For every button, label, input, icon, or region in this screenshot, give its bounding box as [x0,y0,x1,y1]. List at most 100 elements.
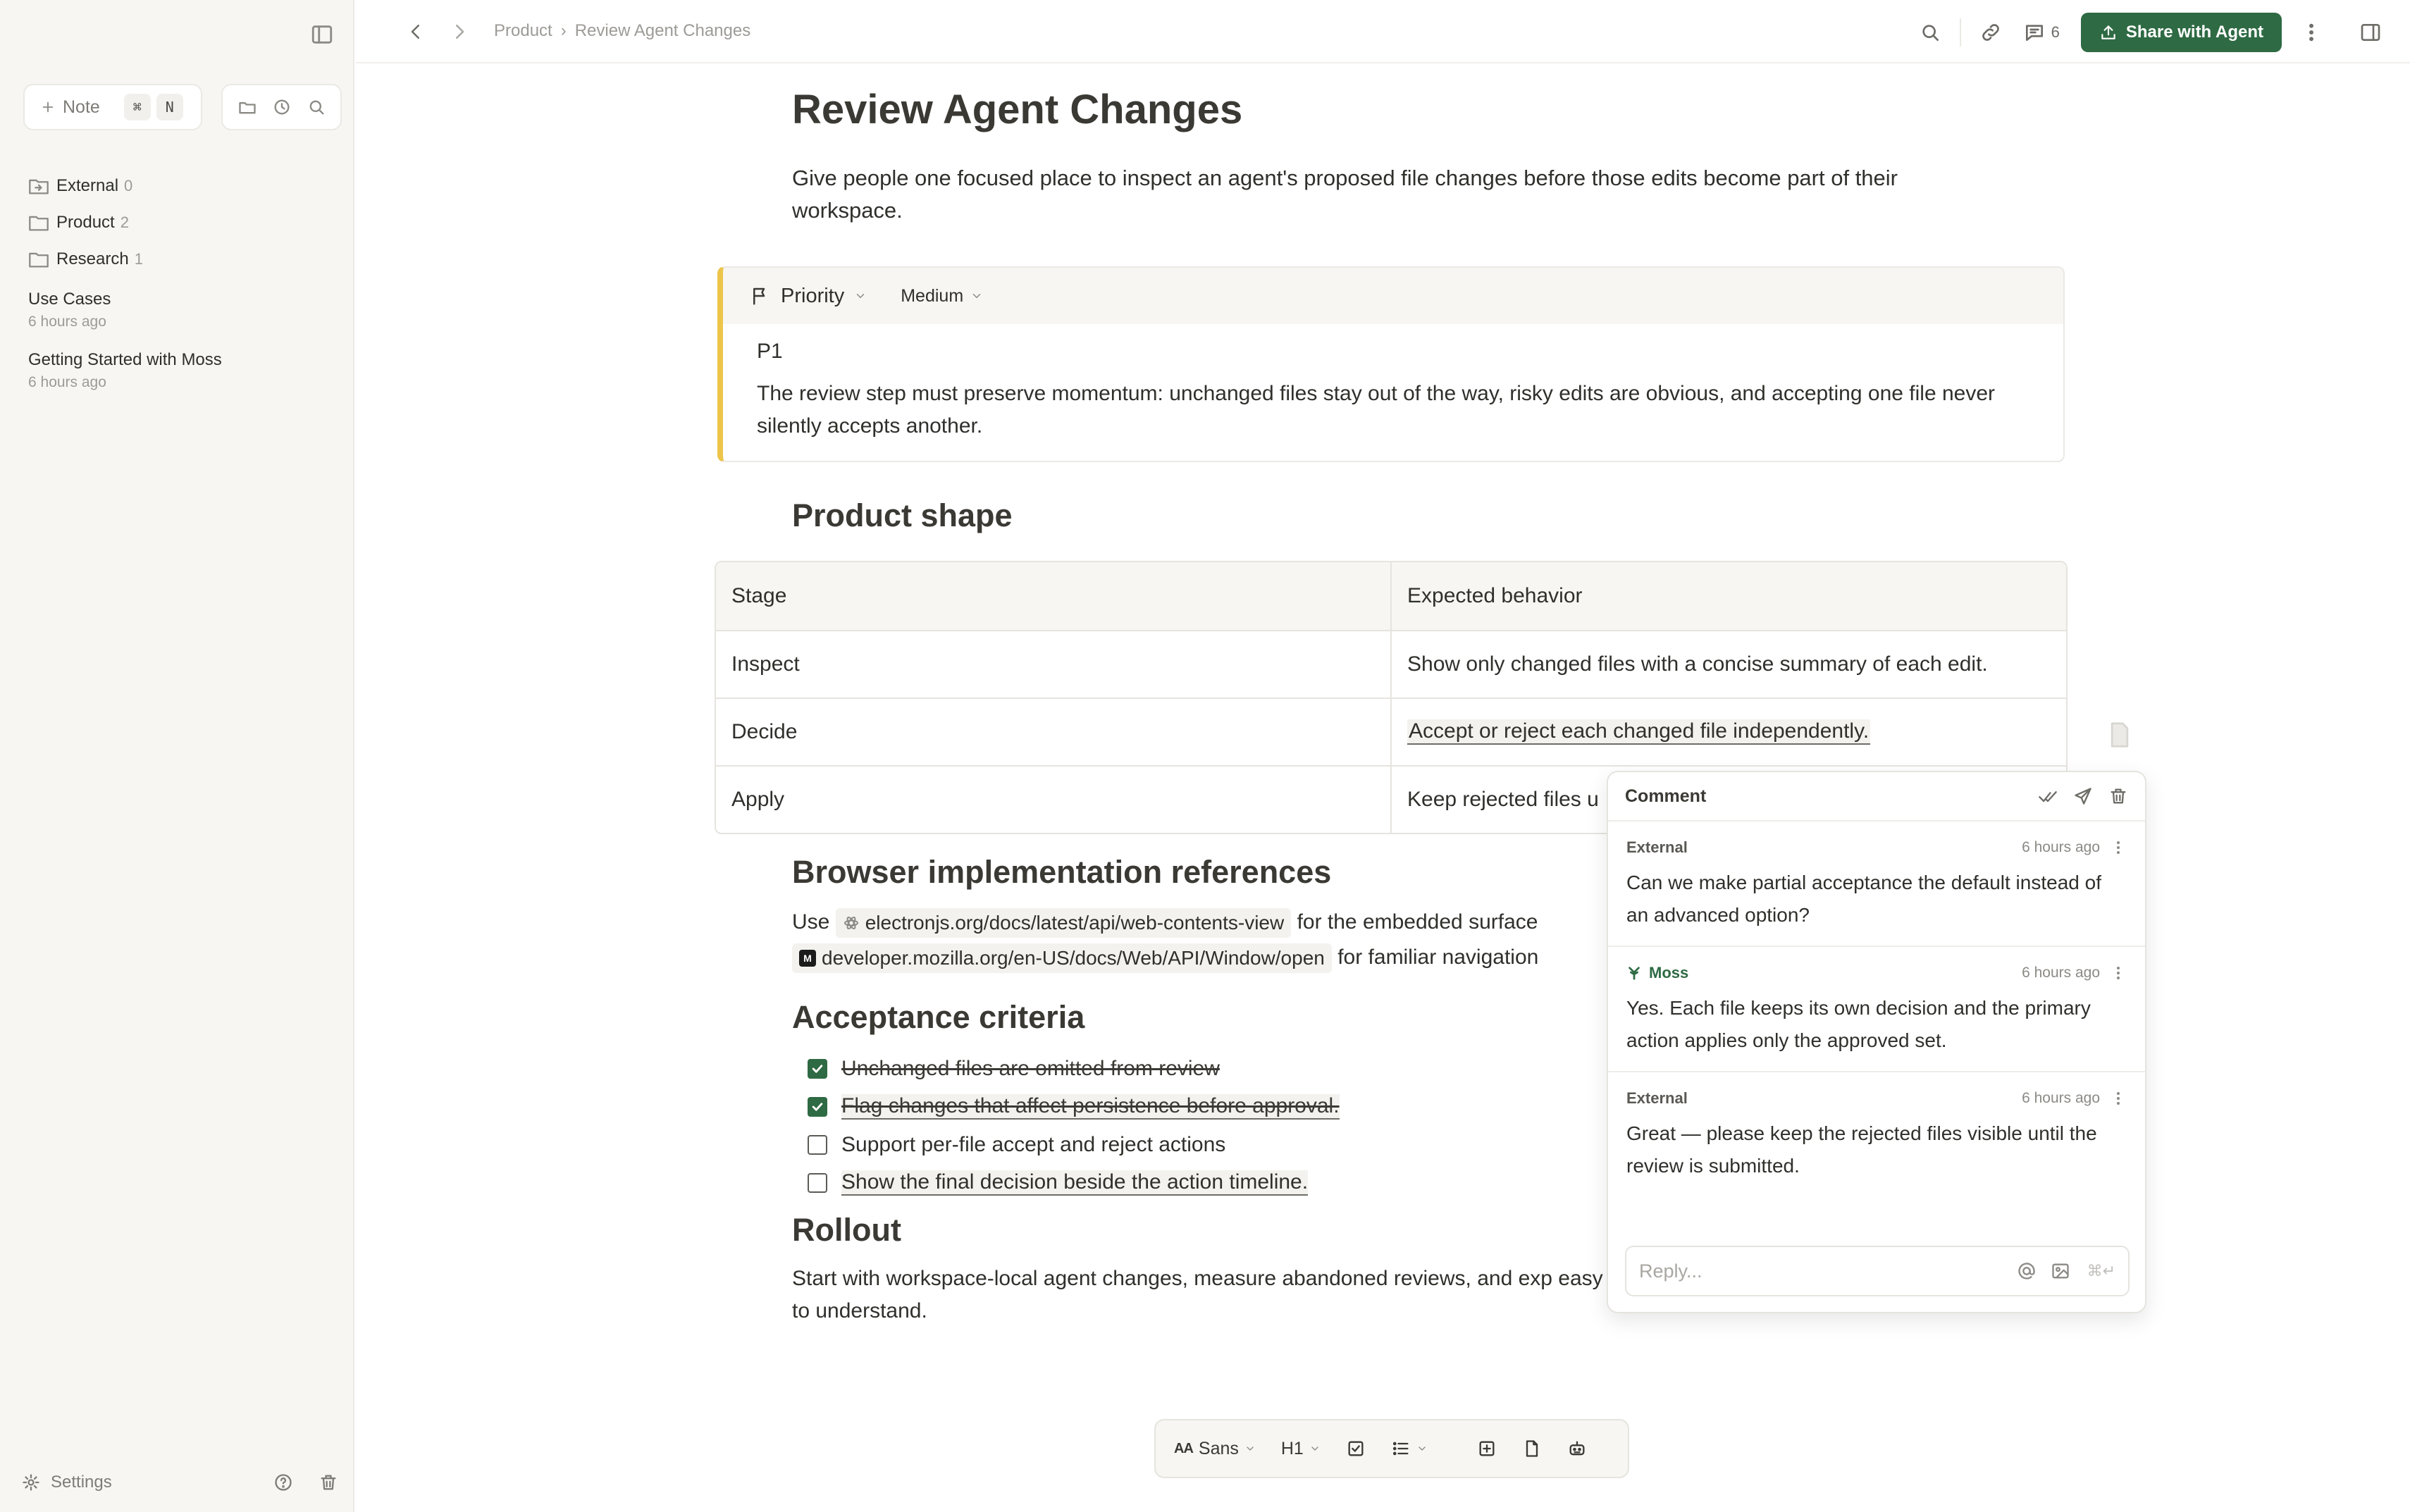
table-row: Decide Accept or reject each changed fil… [716,698,2066,765]
more-vertical-icon[interactable] [2110,1090,2127,1107]
moss-logo-icon [1629,967,1640,980]
gear-icon[interactable] [21,1473,41,1492]
insert-block-button[interactable] [1477,1439,1497,1458]
callout-body[interactable]: P1 The review step must preserve momentu… [723,324,2063,442]
heading-browser-references[interactable]: Browser implementation references [792,854,1331,891]
checkbox-unchecked[interactable] [808,1135,827,1155]
formatting-toolbar: AA Sans H1 [1154,1419,1629,1478]
table-cell[interactable]: Decide [716,699,1390,765]
page-title[interactable]: Review Agent Changes [792,86,1242,133]
plus-icon [42,101,54,113]
table-cell[interactable]: Show only changed files with a concise s… [1390,631,2066,698]
comments-button[interactable]: 6 [2023,21,2060,44]
help-icon[interactable] [273,1473,293,1492]
heading-acceptance-criteria[interactable]: Acceptance criteria [792,999,1084,1036]
link-chip-mdn[interactable]: M developer.mozilla.org/en-US/docs/Web/A… [792,943,1332,974]
table-cell[interactable]: Inspect [716,631,1390,698]
reply-input[interactable] [1639,1260,2003,1282]
table-cell[interactable]: Apply [716,767,1390,833]
comment-anchor-icon[interactable] [2108,721,2132,748]
link-icon[interactable] [1979,21,2002,44]
heading-rollout[interactable]: Rollout [792,1212,901,1248]
comment-item: External 6 hours ago Great — please keep… [1608,1072,2145,1196]
agent-button[interactable] [1567,1439,1587,1458]
comment-item: Moss 6 hours ago Yes. Each file keeps it… [1608,947,2145,1072]
check-icon [812,1103,823,1111]
list-dropdown[interactable] [1391,1439,1428,1458]
checklist-label[interactable]: Flag changes that affect persistence bef… [841,1094,1340,1120]
sidebar-folder-research[interactable]: Research 1 [28,241,338,278]
comment-author: External [1626,838,1688,856]
heading-product-shape[interactable]: Product shape [792,497,1013,534]
checklist-item: Unchanged files are omitted from review [808,1050,1340,1088]
font-icon: AA [1174,1440,1194,1456]
doc-title: Use Cases [28,290,111,309]
folder-icon[interactable] [237,97,257,117]
image-icon[interactable] [2051,1261,2070,1281]
font-dropdown[interactable]: AA Sans [1174,1439,1256,1459]
checkbox-checked[interactable] [808,1097,827,1117]
check-icon [812,1065,823,1073]
checklist-label[interactable]: Show the final decision beside the actio… [841,1170,1309,1196]
text-segment: for familiar navigation [1337,946,1539,969]
priority-value-dropdown[interactable]: Medium [901,286,983,306]
checklist-item: Flag changes that affect persistence bef… [808,1088,1340,1126]
comment-count: 6 [2051,23,2060,41]
history-icon[interactable] [272,97,292,117]
priority-label[interactable]: Priority [781,285,844,308]
link-text: electronjs.org/docs/latest/api/web-conte… [865,912,1285,934]
right-panel-toggle-icon[interactable] [2359,21,2382,44]
search-icon[interactable] [1919,21,1941,44]
back-arrow-icon[interactable] [405,21,426,42]
more-vertical-icon[interactable] [2110,839,2127,856]
breadcrumb: Product › Review Agent Changes [494,21,750,41]
breadcrumb-item-current[interactable]: Review Agent Changes [575,21,751,41]
intro-paragraph[interactable]: Give people one focused place to inspect… [792,162,1976,227]
search-icon[interactable] [307,97,326,117]
top-bar: Product › Review Agent Changes 6 Share w… [356,0,2410,63]
chevron-down-icon[interactable] [854,290,867,302]
sidebar-footer: Settings [21,1468,338,1496]
folder-name: External [56,176,119,195]
checkbox-checked[interactable] [808,1059,827,1079]
comment-item: External 6 hours ago Can we make partial… [1608,822,2145,947]
resolve-check-icon[interactable] [2038,786,2058,806]
table-header-cell[interactable]: Expected behavior [1390,562,2066,630]
table-header-cell[interactable]: Stage [716,562,1390,630]
checkbox-button[interactable] [1346,1439,1366,1458]
document-icon [1526,1440,1538,1457]
sidebar-toggle-icon[interactable] [310,23,334,47]
mention-icon[interactable] [2017,1261,2037,1281]
checklist-label[interactable]: Unchanged files are omitted from review [841,1057,1220,1081]
sidebar-tools [221,84,342,130]
checklist-label[interactable]: Support per-file accept and reject actio… [841,1133,1225,1157]
sidebar-folder-product[interactable]: Product 2 [28,204,338,241]
more-vertical-icon[interactable] [2300,21,2323,44]
doc-title: Getting Started with Moss [28,350,222,369]
page-button[interactable] [1522,1439,1542,1458]
sidebar-folder-external[interactable]: External 0 [28,168,338,204]
settings-link[interactable]: Settings [51,1473,112,1492]
sidebar-doc-use-cases[interactable]: Use Cases 6 hours ago [28,287,338,333]
rollout-paragraph[interactable]: Start with workspace-local agent changes… [792,1263,1609,1327]
sidebar-doc-getting-started[interactable]: Getting Started with Moss 6 hours ago [28,348,338,393]
chevron-down-icon [1247,1446,1254,1451]
trash-icon[interactable] [2108,786,2128,806]
checkbox-unchecked[interactable] [808,1173,827,1193]
electron-icon [844,917,858,930]
commented-text[interactable]: Accept or reject each changed file indep… [1407,719,1871,745]
browser-references-paragraph[interactable]: Use electronjs.org/docs/latest/api/web-c… [792,905,1609,975]
forward-arrow-icon[interactable] [449,21,470,42]
share-label: Share with Agent [2125,23,2263,42]
comment-text: Great — please keep the rejected files v… [1626,1122,2097,1177]
link-chip-electron[interactable]: electronjs.org/docs/latest/api/web-conte… [835,908,1292,938]
breadcrumb-item-product[interactable]: Product [494,21,552,41]
table-cell[interactable]: Accept or reject each changed file indep… [1390,699,2066,765]
send-icon[interactable] [2073,786,2093,806]
more-vertical-icon[interactable] [2110,965,2127,981]
trash-icon[interactable] [319,1473,338,1492]
send-shortcut-hint[interactable]: ⌘↵ [2087,1263,2115,1280]
new-note-button[interactable]: Note ⌘ N [23,84,202,130]
share-with-agent-button[interactable]: Share with Agent [2080,13,2282,52]
heading-dropdown[interactable]: H1 [1281,1439,1321,1459]
